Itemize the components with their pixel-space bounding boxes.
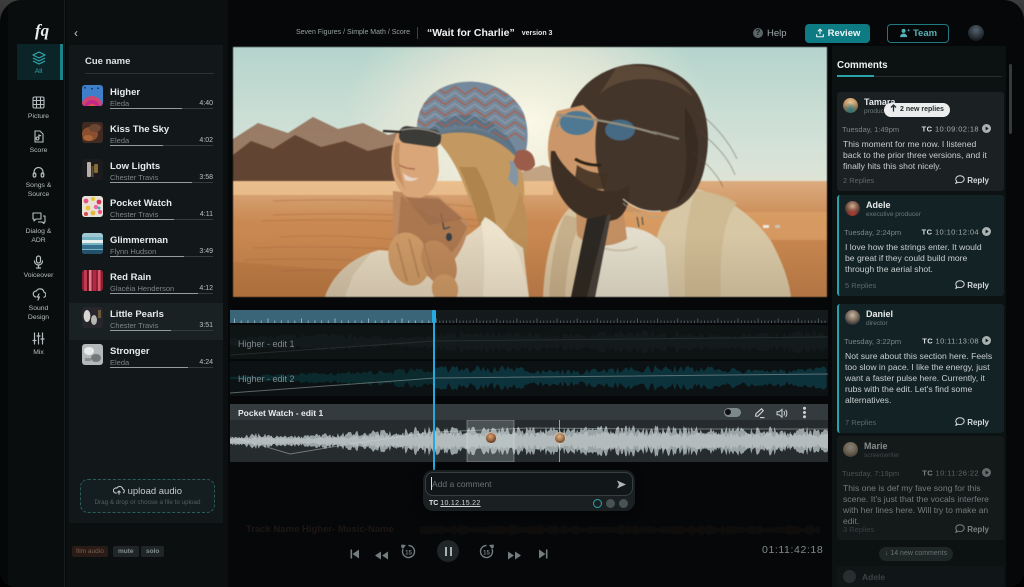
svg-text:15: 15: [405, 551, 412, 557]
svg-text:15: 15: [483, 551, 490, 557]
